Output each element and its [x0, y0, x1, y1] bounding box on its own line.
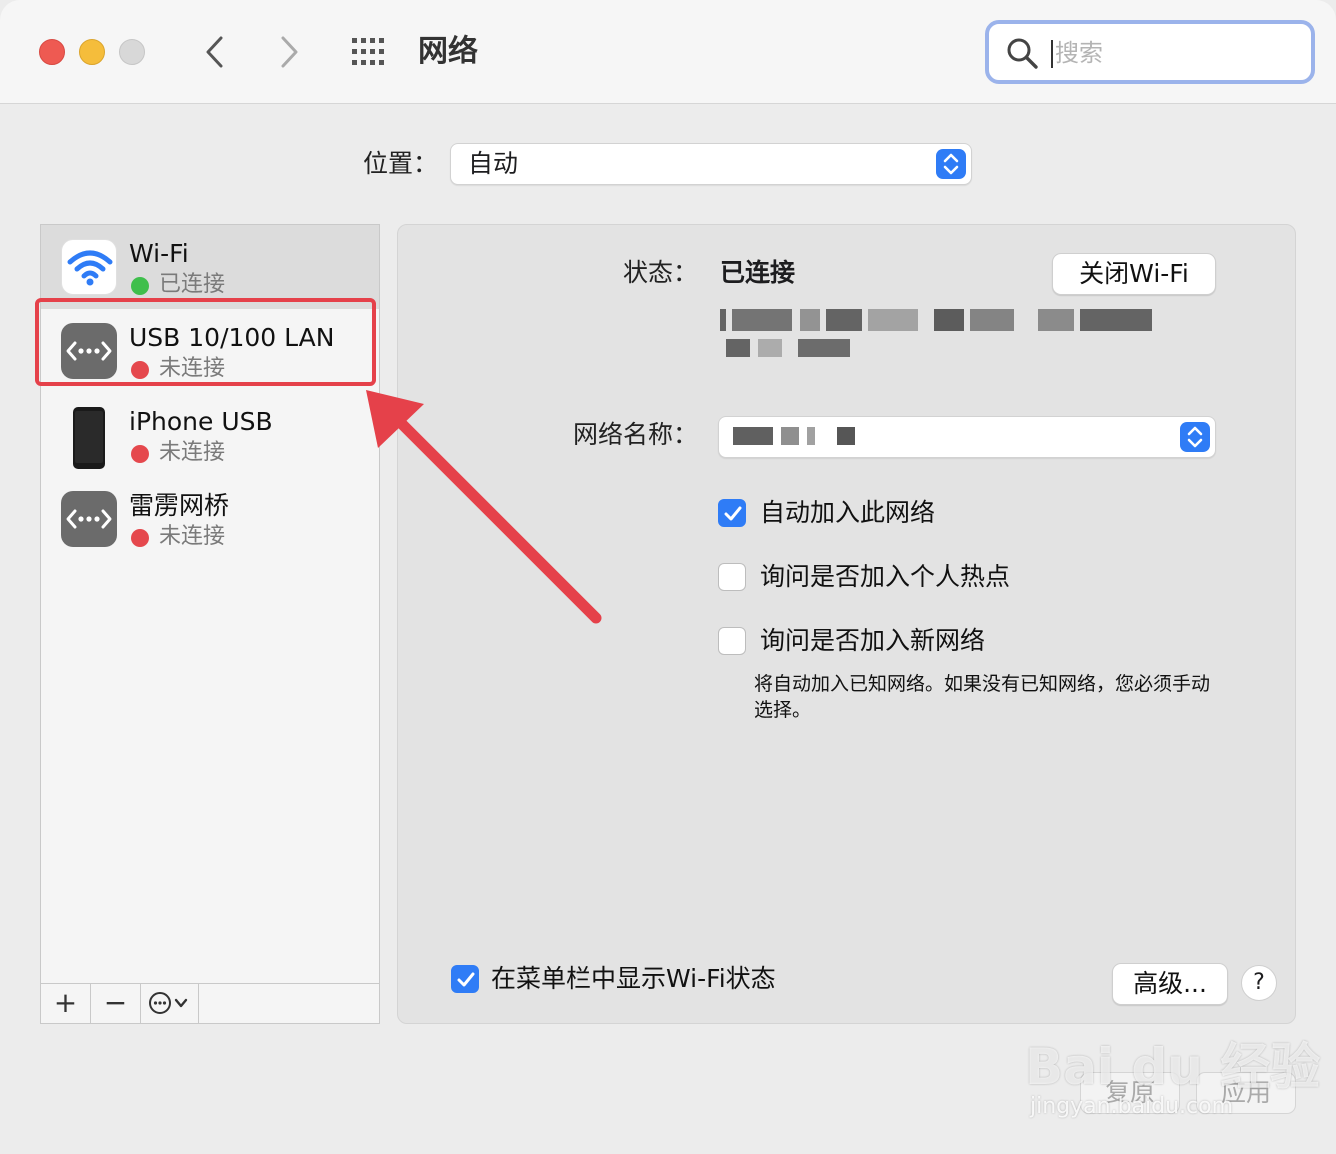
ethernet-icon: [61, 323, 117, 379]
redacted-network-name: [733, 427, 857, 445]
detail-panel: 状态： 已连接 关闭Wi-Fi 网络名称： 自动加入此网络 询问是否加入个人热点…: [397, 224, 1296, 1024]
text-caret: [1051, 40, 1053, 68]
service-name: USB 10/100 LAN: [129, 323, 335, 352]
ask-hotspot-label: 询问是否加入个人热点: [760, 562, 1011, 591]
checkmark-icon: [457, 972, 475, 987]
iphone-icon: [61, 407, 117, 469]
network-preferences-window: 网络 位置： 自动: [0, 0, 1336, 1154]
minimize-window-button[interactable]: [79, 39, 105, 65]
search-icon: [1007, 38, 1038, 69]
service-name: 雷雳网桥: [129, 491, 230, 520]
up-down-chevron-icon: [1180, 422, 1210, 452]
service-list: Wi-Fi 已连接 USB 10/100 LAN 未连接 iPhone USB …: [40, 224, 380, 1024]
auto-join-checkbox[interactable]: [718, 499, 746, 527]
location-value: 自动: [468, 149, 519, 178]
redacted-status-text: [720, 309, 1152, 331]
back-button[interactable]: [194, 30, 238, 74]
turn-off-wifi-button[interactable]: 关闭Wi-Fi: [1052, 253, 1216, 295]
grid-icon: [352, 38, 384, 65]
service-name: Wi-Fi: [129, 239, 189, 268]
search-input[interactable]: [1055, 36, 1295, 70]
auto-join-note: 将自动加入已知网络。如果没有已知网络，您必须手动选择。: [754, 673, 1211, 721]
service-status: 未连接: [159, 440, 226, 465]
search-field[interactable]: [985, 20, 1315, 84]
service-item-thunderbolt-bridge[interactable]: 雷雳网桥 未连接: [41, 477, 379, 561]
close-window-button[interactable]: [39, 39, 65, 65]
network-name-select[interactable]: [718, 416, 1216, 458]
status-label: 状态：: [622, 258, 698, 287]
show-in-menubar-label: 在菜单栏中显示Wi-Fi状态: [491, 964, 776, 993]
redacted-status-text-2: [726, 339, 850, 357]
service-status: 未连接: [159, 356, 226, 381]
status-dot: [131, 277, 149, 295]
wifi-icon: [61, 239, 117, 295]
remove-service-button[interactable]: −: [91, 984, 141, 1023]
show-all-preferences-button[interactable]: [350, 38, 390, 66]
window-title: 网络: [418, 34, 478, 69]
toolbar: 网络: [0, 0, 1336, 104]
auto-join-label: 自动加入此网络: [760, 498, 936, 527]
ellipsis-circle-icon: [148, 992, 187, 1014]
network-name-label: 网络名称：: [572, 420, 698, 449]
chevron-right-icon: [281, 36, 298, 68]
location-select[interactable]: 自动: [450, 143, 972, 185]
service-item-iphone-usb[interactable]: iPhone USB 未连接: [41, 393, 379, 477]
service-item-wifi[interactable]: Wi-Fi 已连接: [41, 225, 379, 309]
status-dot: [131, 361, 149, 379]
ask-hotspot-checkbox[interactable]: [718, 563, 746, 591]
forward-button[interactable]: [266, 30, 310, 74]
service-item-usb-lan[interactable]: USB 10/100 LAN 未连接: [41, 309, 379, 393]
checkmark-icon: [724, 506, 742, 521]
service-list-toolbar: + −: [41, 983, 379, 1023]
ask-new-network-checkbox[interactable]: [718, 627, 746, 655]
ask-new-network-label: 询问是否加入新网络: [760, 626, 986, 655]
status-dot: [131, 445, 149, 463]
location-label: 位置：: [363, 149, 439, 178]
watermark-url: jingyan.baidu.com: [1030, 1094, 1234, 1119]
up-down-chevron-icon: [936, 149, 966, 179]
advanced-button[interactable]: 高级...: [1112, 963, 1228, 1005]
service-name: iPhone USB: [129, 407, 273, 436]
chevron-left-icon: [206, 36, 223, 68]
add-service-button[interactable]: +: [41, 984, 91, 1023]
zoom-window-button[interactable]: [119, 39, 145, 65]
baidu-watermark: Bai du 经验: [1025, 1038, 1321, 1096]
status-value: 已连接: [720, 258, 796, 287]
ethernet-icon: [61, 491, 117, 547]
service-actions-button[interactable]: [141, 984, 199, 1023]
help-button[interactable]: ?: [1241, 965, 1277, 1001]
service-status: 未连接: [159, 524, 226, 549]
show-in-menubar-checkbox[interactable]: [451, 965, 479, 993]
status-dot: [131, 529, 149, 547]
service-status: 已连接: [159, 272, 226, 297]
